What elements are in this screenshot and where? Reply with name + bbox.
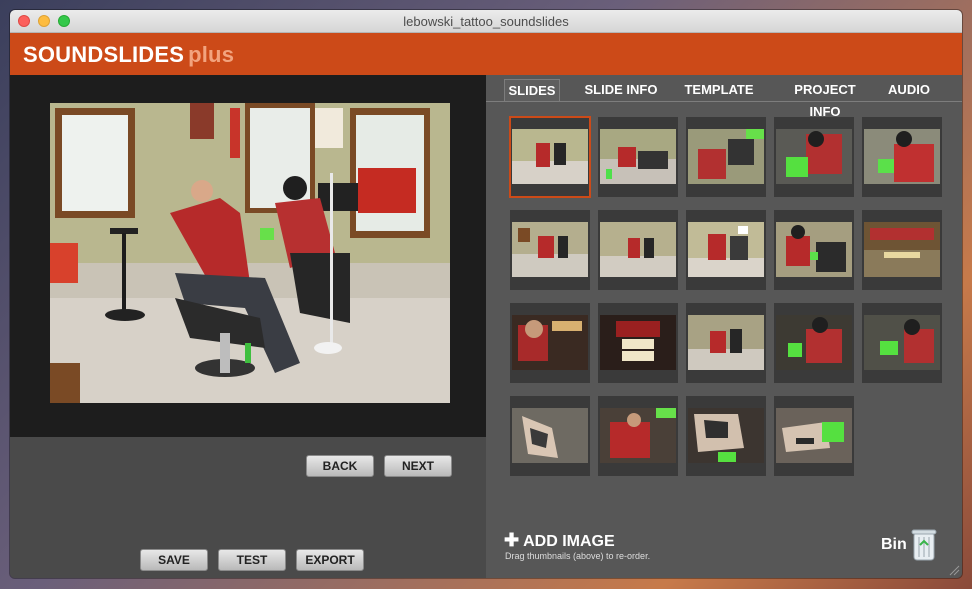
- slide-thumbnail[interactable]: [510, 396, 590, 476]
- brand-suffix: plus: [188, 42, 235, 67]
- brand-name: SOUNDSLIDES: [23, 42, 185, 67]
- slide-thumbnail[interactable]: [598, 396, 678, 476]
- slide-thumbnail[interactable]: [862, 210, 942, 290]
- slide-thumbnail[interactable]: [686, 303, 766, 383]
- tab-template[interactable]: TEMPLATE: [682, 79, 756, 101]
- window-title: lebowski_tattoo_soundslides: [403, 14, 569, 29]
- slide-viewer: [10, 75, 486, 437]
- save-button[interactable]: SAVE: [140, 549, 208, 571]
- tab-slides[interactable]: SLIDES: [504, 79, 560, 101]
- slide-thumbnail[interactable]: [509, 116, 591, 198]
- slide-thumbnail[interactable]: [598, 117, 678, 197]
- slide-thumbnail[interactable]: [510, 303, 590, 383]
- slide-preview-image: [50, 103, 450, 403]
- add-image-label: ADD IMAGE: [523, 533, 615, 550]
- slide-thumbnail[interactable]: [686, 117, 766, 197]
- slide-thumbnail[interactable]: [598, 303, 678, 383]
- slide-thumbnail[interactable]: [862, 117, 942, 197]
- app-logo: SOUNDSLIDES plus: [23, 42, 234, 68]
- plus-icon: ✚: [504, 530, 520, 550]
- next-button[interactable]: NEXT: [384, 455, 452, 477]
- tab-project-info[interactable]: PROJECT INFO: [777, 79, 873, 119]
- preview-pane: BACK NEXT SAVE TEST EXPORT: [10, 75, 486, 578]
- slide-thumbnail[interactable]: [774, 396, 854, 476]
- app-window: lebowski_tattoo_soundslides SOUNDSLIDES p…: [10, 10, 962, 578]
- resize-handle-icon[interactable]: [948, 564, 960, 576]
- bin-label: Bin: [881, 536, 907, 553]
- tab-audio[interactable]: AUDIO: [888, 79, 930, 101]
- slide-thumbnail[interactable]: [774, 117, 854, 197]
- back-button[interactable]: BACK: [306, 455, 374, 477]
- slide-thumbnail[interactable]: [686, 210, 766, 290]
- slide-thumbnail[interactable]: [862, 303, 942, 383]
- slide-thumbnail[interactable]: [686, 396, 766, 476]
- slide-thumbnail[interactable]: [598, 210, 678, 290]
- reorder-hint: Drag thumbnails (above) to re-order.: [505, 551, 651, 561]
- slide-thumbnail[interactable]: [774, 303, 854, 383]
- tab-divider: [486, 101, 962, 102]
- slides-pane: SLIDES SLIDE INFO TEMPLATE PROJECT INFO …: [486, 75, 962, 578]
- slide-thumbnail[interactable]: [774, 210, 854, 290]
- add-image-button[interactable]: ✚ ADD IMAGE: [504, 530, 615, 551]
- slide-thumbnail[interactable]: [510, 210, 590, 290]
- export-button[interactable]: EXPORT: [296, 549, 364, 571]
- trash-bin-icon[interactable]: [911, 527, 937, 561]
- tab-bar: SLIDES SLIDE INFO TEMPLATE PROJECT INFO …: [486, 75, 962, 119]
- title-bar: lebowski_tattoo_soundslides: [10, 10, 962, 33]
- test-button[interactable]: TEST: [218, 549, 286, 571]
- tab-slide-info[interactable]: SLIDE INFO: [582, 79, 660, 101]
- brand-bar: SOUNDSLIDES plus: [10, 33, 962, 75]
